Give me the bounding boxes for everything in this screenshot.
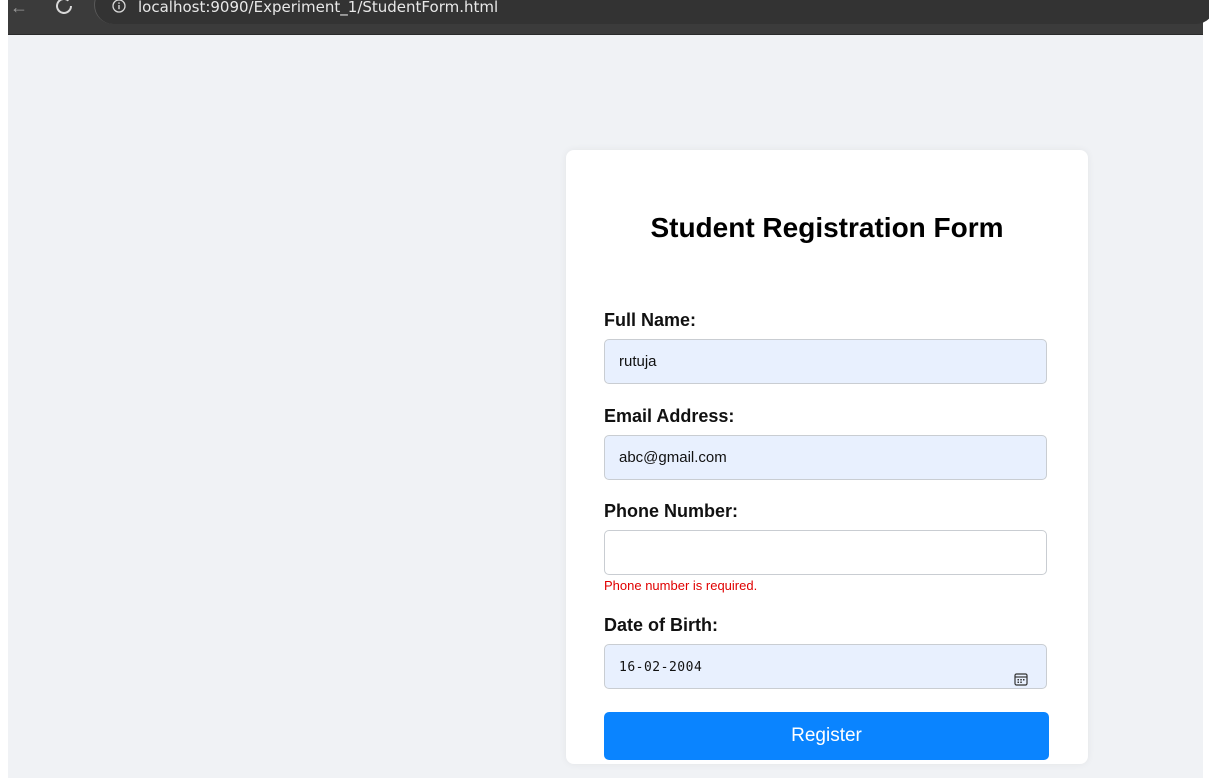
url-text[interactable]: localhost:9090/Experiment_1/StudentForm.… (138, 0, 498, 17)
reload-icon[interactable] (52, 0, 76, 18)
phone-label: Phone Number: (604, 501, 739, 521)
page-viewport: Student Registration Form Full Name: rut… (8, 35, 1203, 778)
window-frame-left (0, 0, 8, 778)
info-icon[interactable] (112, 0, 126, 13)
calendar-icon[interactable] (1014, 660, 1028, 686)
email-label: Email Address: (604, 406, 735, 426)
browser-toolbar: ← localhost:9090/Experiment_1/StudentFor… (8, 0, 1209, 35)
form-title: Student Registration Form (650, 212, 1004, 243)
email-input[interactable]: abc@gmail.com (604, 435, 1047, 480)
registration-form-card: Student Registration Form Full Name: rut… (566, 150, 1088, 764)
dob-label: Date of Birth: (604, 615, 718, 635)
full-name-label: Full Name: (604, 310, 697, 330)
register-button[interactable]: Register (604, 712, 1049, 760)
full-name-input[interactable]: rutuja (604, 339, 1047, 384)
phone-error-message: Phone number is required. (604, 578, 758, 593)
window-frame-right (1203, 0, 1209, 778)
arrow-left-icon[interactable]: ← (10, 0, 30, 18)
phone-input[interactable] (604, 530, 1047, 575)
dob-value: 16-02-2004 (619, 660, 703, 675)
dob-input[interactable]: 16-02-2004 (604, 644, 1047, 689)
